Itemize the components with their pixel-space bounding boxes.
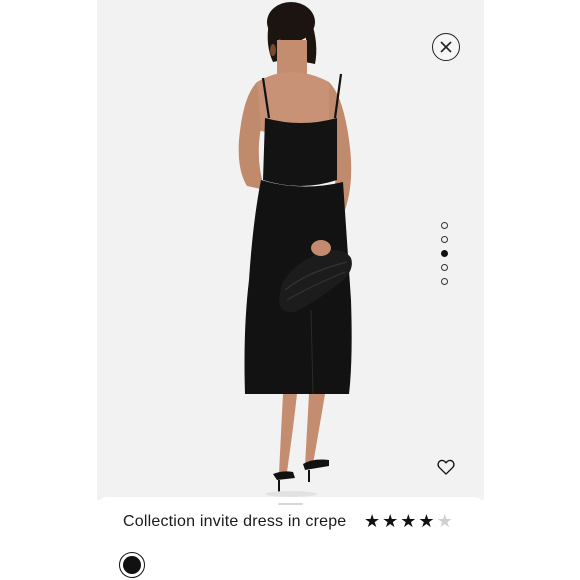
star-icon: ★ xyxy=(382,511,399,531)
star-icon: ★ xyxy=(400,511,417,531)
rating-stars[interactable]: ★ ★ ★ ★ ★ xyxy=(364,511,453,532)
image-viewer[interactable] xyxy=(97,0,484,500)
sheet-drag-handle[interactable] xyxy=(278,503,303,505)
star-icon: ★ xyxy=(364,511,381,531)
product-info-sheet: Collection invite dress in crepe ★ ★ ★ ★… xyxy=(97,497,484,580)
gallery-dot-2[interactable] xyxy=(441,236,448,243)
page-margin-left xyxy=(0,0,97,580)
gallery-dot-5[interactable] xyxy=(441,278,448,285)
star-icon: ★ xyxy=(418,511,435,531)
page-margin-right xyxy=(484,0,580,580)
gallery-pagination xyxy=(441,222,449,292)
heart-icon[interactable] xyxy=(436,457,456,477)
product-title: Collection invite dress in crepe xyxy=(123,513,347,530)
product-photo xyxy=(97,0,484,500)
gallery-dot-4[interactable] xyxy=(441,264,448,271)
star-empty-icon: ★ xyxy=(436,511,453,531)
close-icon xyxy=(440,41,452,53)
gallery-dot-3[interactable] xyxy=(441,250,448,257)
close-button[interactable] xyxy=(432,33,460,61)
color-swatch-black[interactable] xyxy=(119,552,145,578)
color-swatch-fill xyxy=(123,556,141,574)
gallery-dot-1[interactable] xyxy=(441,222,448,229)
